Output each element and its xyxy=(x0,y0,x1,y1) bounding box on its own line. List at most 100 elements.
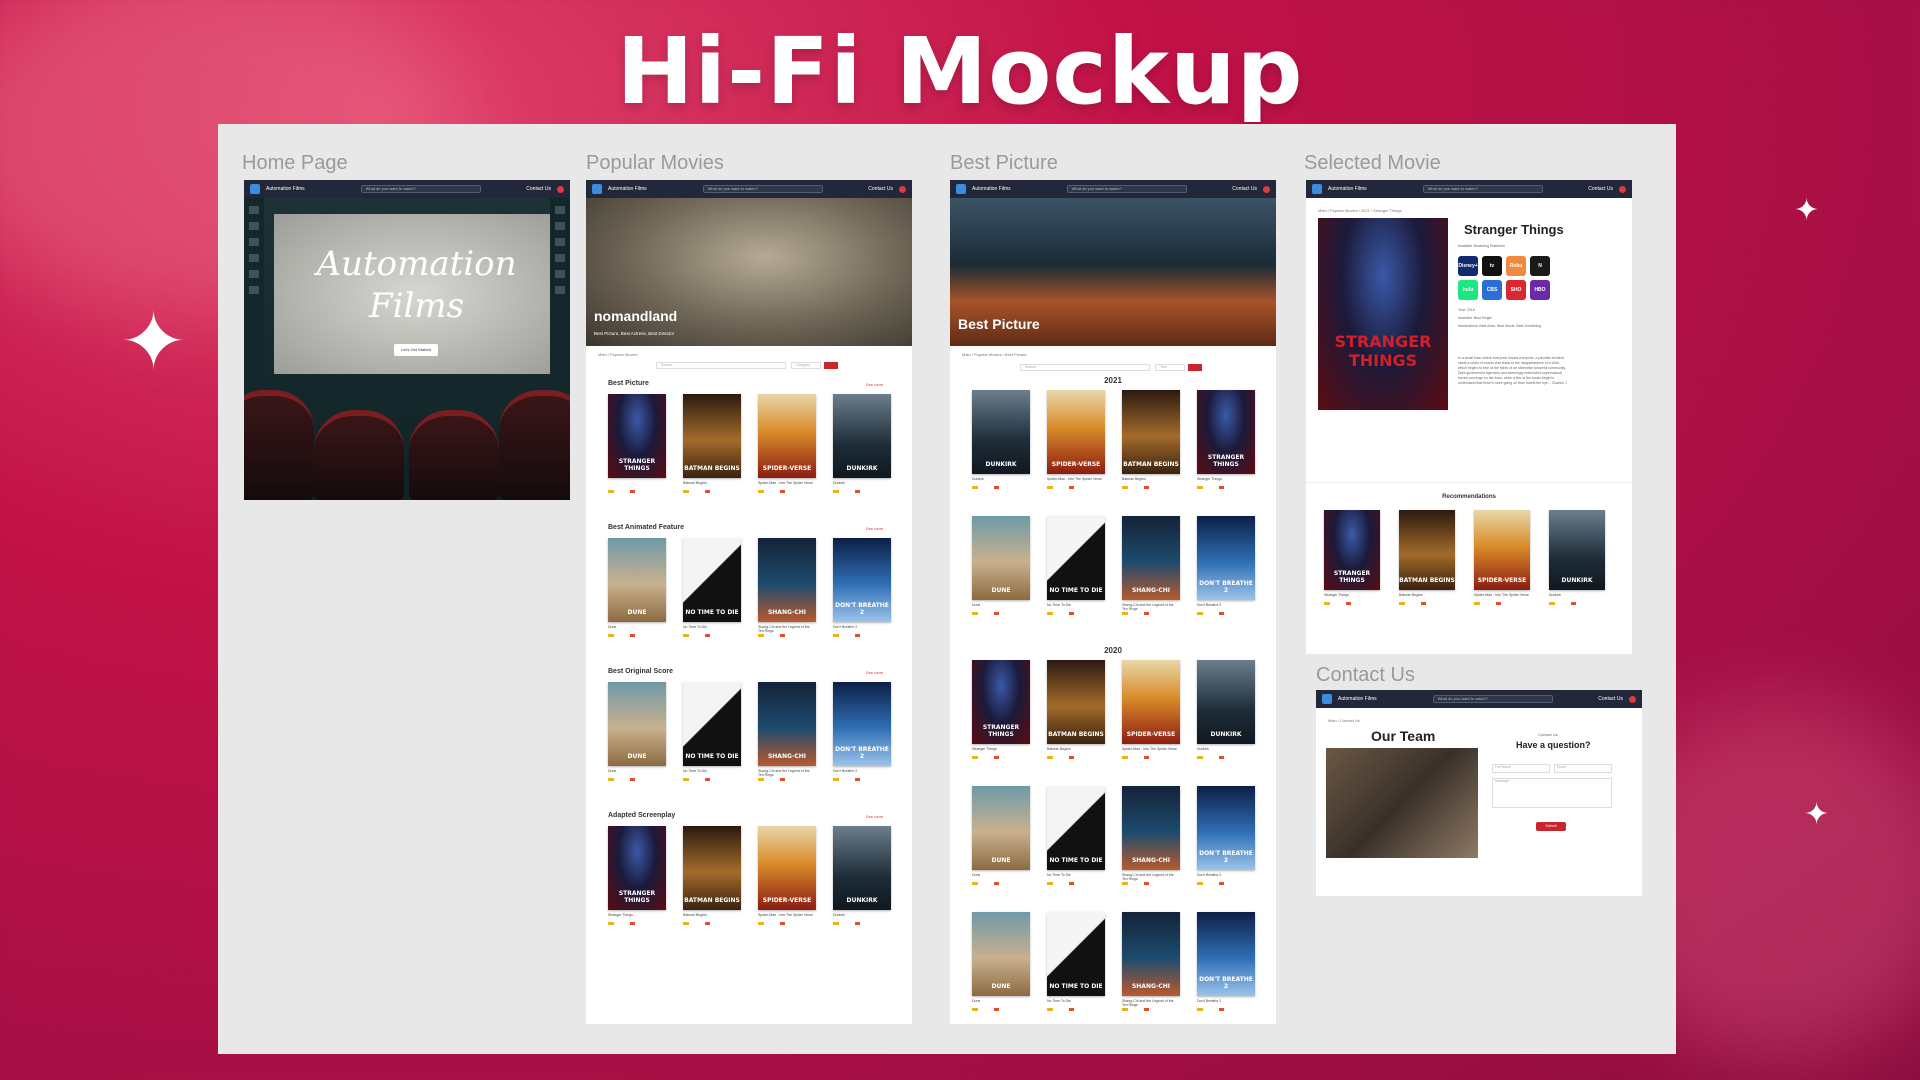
movie-poster[interactable]: DUNKIRK xyxy=(1197,660,1255,744)
email-field[interactable]: Email xyxy=(1554,764,1612,773)
movie-poster[interactable]: DON'T BREATHE 2 xyxy=(833,538,891,622)
movie-search-input[interactable]: Search xyxy=(656,362,786,369)
user-avatar[interactable] xyxy=(1263,185,1270,193)
logo-icon[interactable] xyxy=(592,184,602,194)
movie-poster[interactable]: BATMAN BEGINS xyxy=(683,826,741,910)
category-select[interactable]: Category xyxy=(791,362,821,369)
search-input[interactable]: What do you want to watch? xyxy=(1422,185,1543,193)
nav-brand[interactable]: Automation Films xyxy=(1338,696,1377,702)
movie-poster[interactable]: SPIDER-VERSE xyxy=(758,826,816,910)
user-avatar[interactable] xyxy=(899,185,906,193)
selected-movie-frame[interactable]: Automation Films What do you want to wat… xyxy=(1306,180,1632,654)
tomato-icon xyxy=(705,778,710,781)
see-more-link[interactable]: See more xyxy=(866,382,883,387)
breadcrumb[interactable]: Main / Popular Movies xyxy=(598,352,638,357)
sparkle-icon: ✦ xyxy=(1794,193,1820,228)
movie-poster[interactable]: NO TIME TO DIE xyxy=(683,538,741,622)
movie-poster[interactable]: DON'T BREATHE 2 xyxy=(1197,786,1255,870)
movie-poster[interactable]: NO TIME TO DIE xyxy=(683,682,741,766)
movie-poster[interactable]: NO TIME TO DIE xyxy=(1047,912,1105,996)
user-avatar[interactable] xyxy=(557,185,564,193)
movie-poster[interactable]: DUNE xyxy=(972,516,1030,600)
filter-button[interactable] xyxy=(1188,364,1202,371)
movie-poster[interactable]: DON'T BREATHE 2 xyxy=(833,682,891,766)
movie-poster[interactable]: SHANG-CHI xyxy=(758,682,816,766)
contact-link[interactable]: Contact Us xyxy=(526,186,551,192)
movie-poster[interactable]: SHANG-CHI xyxy=(1122,786,1180,870)
movie-poster[interactable]: SPIDER-VERSE xyxy=(1474,510,1530,590)
contact-link[interactable]: Contact Us xyxy=(1588,186,1613,192)
name-field[interactable]: Full Name xyxy=(1492,764,1550,773)
movie-poster[interactable]: DUNKIRK xyxy=(833,826,891,910)
movie-poster[interactable]: DUNKIRK xyxy=(972,390,1030,474)
movie-poster[interactable]: NO TIME TO DIE xyxy=(1047,516,1105,600)
user-avatar[interactable] xyxy=(1619,185,1626,193)
streaming-platform-icon[interactable]: Roku xyxy=(1506,256,1526,276)
search-input[interactable]: What do you want to watch? xyxy=(702,185,823,193)
movie-poster[interactable]: STRANGER THINGS xyxy=(972,660,1030,744)
contact-link[interactable]: Contact Us xyxy=(1232,186,1257,192)
streaming-platform-icon[interactable]: SHO xyxy=(1506,280,1526,300)
movie-poster[interactable]: DUNE xyxy=(608,682,666,766)
submit-button[interactable]: Submit xyxy=(1536,822,1566,831)
filter-button[interactable] xyxy=(824,362,838,369)
message-field[interactable]: Message xyxy=(1492,778,1612,808)
search-input[interactable]: What do you want to watch? xyxy=(360,185,481,193)
logo-icon[interactable] xyxy=(1312,184,1322,194)
movie-poster[interactable]: SPIDER-VERSE xyxy=(758,394,816,478)
streaming-platform-icon[interactable]: CBS xyxy=(1482,280,1502,300)
movie-poster[interactable]: DUNKIRK xyxy=(833,394,891,478)
nav-brand[interactable]: Automation Films xyxy=(608,186,647,192)
see-more-link[interactable]: See more xyxy=(866,670,883,675)
streaming-platform-icon[interactable]: hulu xyxy=(1458,280,1478,300)
movie-poster[interactable]: STRANGER THINGS xyxy=(1324,510,1380,590)
home-page-frame[interactable]: Automation Films What do you want to wat… xyxy=(244,180,570,500)
streaming-platform-icon[interactable]: N xyxy=(1530,256,1550,276)
movie-poster[interactable]: STRANGER THINGS xyxy=(608,826,666,910)
movie-poster[interactable]: SHANG-CHI xyxy=(1122,516,1180,600)
movie-poster[interactable]: DUNE xyxy=(972,786,1030,870)
movie-poster[interactable]: BATMAN BEGINS xyxy=(1399,510,1455,590)
movie-poster[interactable]: BATMAN BEGINS xyxy=(683,394,741,478)
movie-poster[interactable]: STRANGER THINGS xyxy=(1197,390,1255,474)
nav-brand[interactable]: Automation Films xyxy=(972,186,1011,192)
logo-icon[interactable] xyxy=(956,184,966,194)
streaming-platform-icon[interactable]: tv xyxy=(1482,256,1502,276)
movie-poster[interactable]: DUNKIRK xyxy=(1549,510,1605,590)
search-input[interactable]: What do you want to watch? xyxy=(1066,185,1187,193)
year-select[interactable]: Year xyxy=(1155,364,1185,371)
breadcrumb[interactable]: Main / Popular Movies / Best Picture xyxy=(962,352,1026,357)
imdb-icon xyxy=(972,612,978,615)
logo-icon[interactable] xyxy=(250,184,260,194)
movie-poster[interactable]: DON'T BREATHE 2 xyxy=(1197,516,1255,600)
get-started-button[interactable]: Let's Get Started xyxy=(394,344,438,356)
breadcrumb[interactable]: Main / Contact Us xyxy=(1328,718,1360,723)
logo-icon[interactable] xyxy=(1322,694,1332,704)
movie-poster[interactable]: SHANG-CHI xyxy=(1122,912,1180,996)
streaming-platform-icon[interactable]: Disney+ xyxy=(1458,256,1478,276)
movie-poster[interactable]: SHANG-CHI xyxy=(758,538,816,622)
movie-poster[interactable]: NO TIME TO DIE xyxy=(1047,786,1105,870)
movie-poster[interactable]: SPIDER-VERSE xyxy=(1047,390,1105,474)
movie-poster[interactable]: DUNE xyxy=(972,912,1030,996)
user-avatar[interactable] xyxy=(1629,695,1636,703)
movie-poster[interactable]: DUNE xyxy=(608,538,666,622)
movie-poster[interactable]: DON'T BREATHE 2 xyxy=(1197,912,1255,996)
movie-poster[interactable]: BATMAN BEGINS xyxy=(1047,660,1105,744)
search-input[interactable]: What do you want to watch? xyxy=(1432,695,1553,703)
contact-us-frame[interactable]: Automation Films What do you want to wat… xyxy=(1316,690,1642,896)
movie-poster[interactable]: STRANGER THINGS xyxy=(608,394,666,478)
popular-movies-frame[interactable]: Automation Films What do you want to wat… xyxy=(586,180,912,1024)
nav-brand[interactable]: Automation Films xyxy=(266,186,305,192)
see-more-link[interactable]: See more xyxy=(866,814,883,819)
movie-search-input[interactable]: Search xyxy=(1020,364,1150,371)
contact-link[interactable]: Contact Us xyxy=(1598,696,1623,702)
streaming-platform-icon[interactable]: HBO max xyxy=(1530,280,1550,313)
see-more-link[interactable]: See more xyxy=(866,526,883,531)
movie-poster[interactable]: BATMAN BEGINS xyxy=(1122,390,1180,474)
nav-brand[interactable]: Automation Films xyxy=(1328,186,1367,192)
breadcrumb[interactable]: Main / Popular Movies / 2021 / Stranger … xyxy=(1318,208,1402,213)
movie-poster[interactable]: SPIDER-VERSE xyxy=(1122,660,1180,744)
best-picture-frame[interactable]: Automation Films What do you want to wat… xyxy=(950,180,1276,1024)
contact-link[interactable]: Contact Us xyxy=(868,186,893,192)
